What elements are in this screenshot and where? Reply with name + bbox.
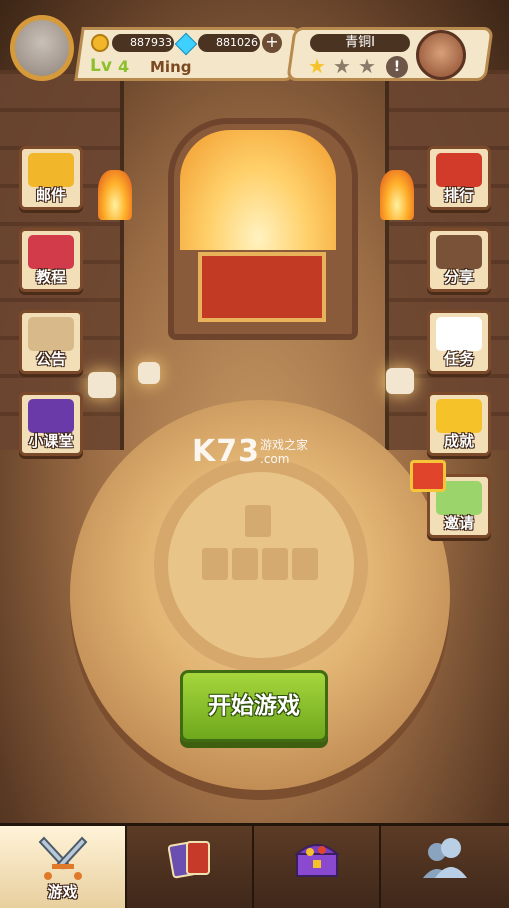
gold-amount: 887933: [112, 34, 174, 52]
share-button[interactable]: 分享: [427, 228, 491, 292]
gold-coin-icon: [91, 34, 109, 52]
star-filled-icon: ★: [308, 54, 326, 78]
mail-button[interactable]: 邮件: [19, 146, 83, 210]
level-prefix: Lv: [90, 56, 112, 76]
card-slot: [232, 548, 258, 580]
sky-window: [180, 130, 336, 250]
watermark-logo: K73: [192, 434, 260, 469]
share-icon: [436, 235, 482, 269]
star-empty-icon: ★: [333, 54, 351, 78]
tab-game-label: 游戏: [47, 883, 78, 901]
ranking-button[interactable]: 排行: [427, 146, 491, 210]
torch-left-icon: [98, 170, 132, 220]
candle-icon: [386, 368, 414, 394]
dial-ring: [154, 458, 368, 672]
red-carpet: [198, 252, 326, 322]
tasks-button[interactable]: 任务: [427, 310, 491, 374]
gift-icon[interactable]: [410, 460, 446, 492]
card-slot: [245, 505, 271, 537]
tab-social[interactable]: [381, 826, 509, 908]
rank-label: 青铜I: [310, 34, 410, 52]
announcement-label: 公告: [35, 350, 66, 368]
player-level: 4: [118, 57, 130, 76]
achievements-label: 成就: [443, 432, 474, 450]
share-label: 分享: [443, 268, 474, 286]
announcement-button[interactable]: 公告: [19, 310, 83, 374]
crown-icon: [436, 399, 482, 433]
gem-amount: 881026: [198, 34, 260, 52]
mail-icon: [28, 153, 74, 187]
classroom-label: 小课堂: [28, 432, 74, 450]
tab-cards[interactable]: [127, 826, 254, 908]
rank-badge-icon[interactable]: [416, 30, 466, 80]
treasure-chest-icon: [292, 834, 342, 882]
candle-icon: [88, 372, 116, 398]
cards-icon: [165, 834, 215, 882]
add-currency-button[interactable]: +: [262, 33, 282, 53]
social-icon: [419, 834, 469, 882]
star-empty-icon: ★: [358, 54, 376, 78]
candle-icon: [138, 362, 160, 384]
watermark-text-top: 游戏之家: [260, 438, 309, 452]
watermark: K73 游戏之家 .com: [192, 434, 308, 469]
mail-label: 邮件: [35, 186, 66, 204]
ranking-label: 排行: [443, 186, 474, 204]
card-slot: [292, 548, 318, 580]
torch-right-icon: [380, 170, 414, 220]
scroll-icon: [28, 317, 74, 351]
invite-label: 邀请: [443, 514, 474, 532]
card-slot: [202, 548, 228, 580]
tab-shop[interactable]: [254, 826, 381, 908]
crown-ribbon-icon: [436, 153, 482, 187]
tv-icon: [28, 235, 74, 269]
crossed-swords-icon: [38, 834, 88, 882]
start-game-button[interactable]: 开始游戏: [180, 670, 328, 742]
tutorial-label: 教程: [35, 268, 66, 286]
card-slot: [262, 548, 288, 580]
book-icon: [28, 399, 74, 433]
classroom-button[interactable]: 小课堂: [19, 392, 83, 456]
achievements-button[interactable]: 成就: [427, 392, 491, 456]
watermark-text-bottom: .com: [260, 452, 290, 466]
player-name: Ming: [150, 58, 192, 76]
rank-info-button[interactable]: !: [386, 56, 408, 78]
tasks-label: 任务: [443, 350, 474, 368]
tab-game[interactable]: 游戏: [0, 826, 127, 908]
tutorial-button[interactable]: 教程: [19, 228, 83, 292]
player-avatar[interactable]: [10, 15, 74, 81]
bottom-nav: 游戏: [0, 823, 509, 908]
scroll-quest-icon: [436, 317, 482, 351]
